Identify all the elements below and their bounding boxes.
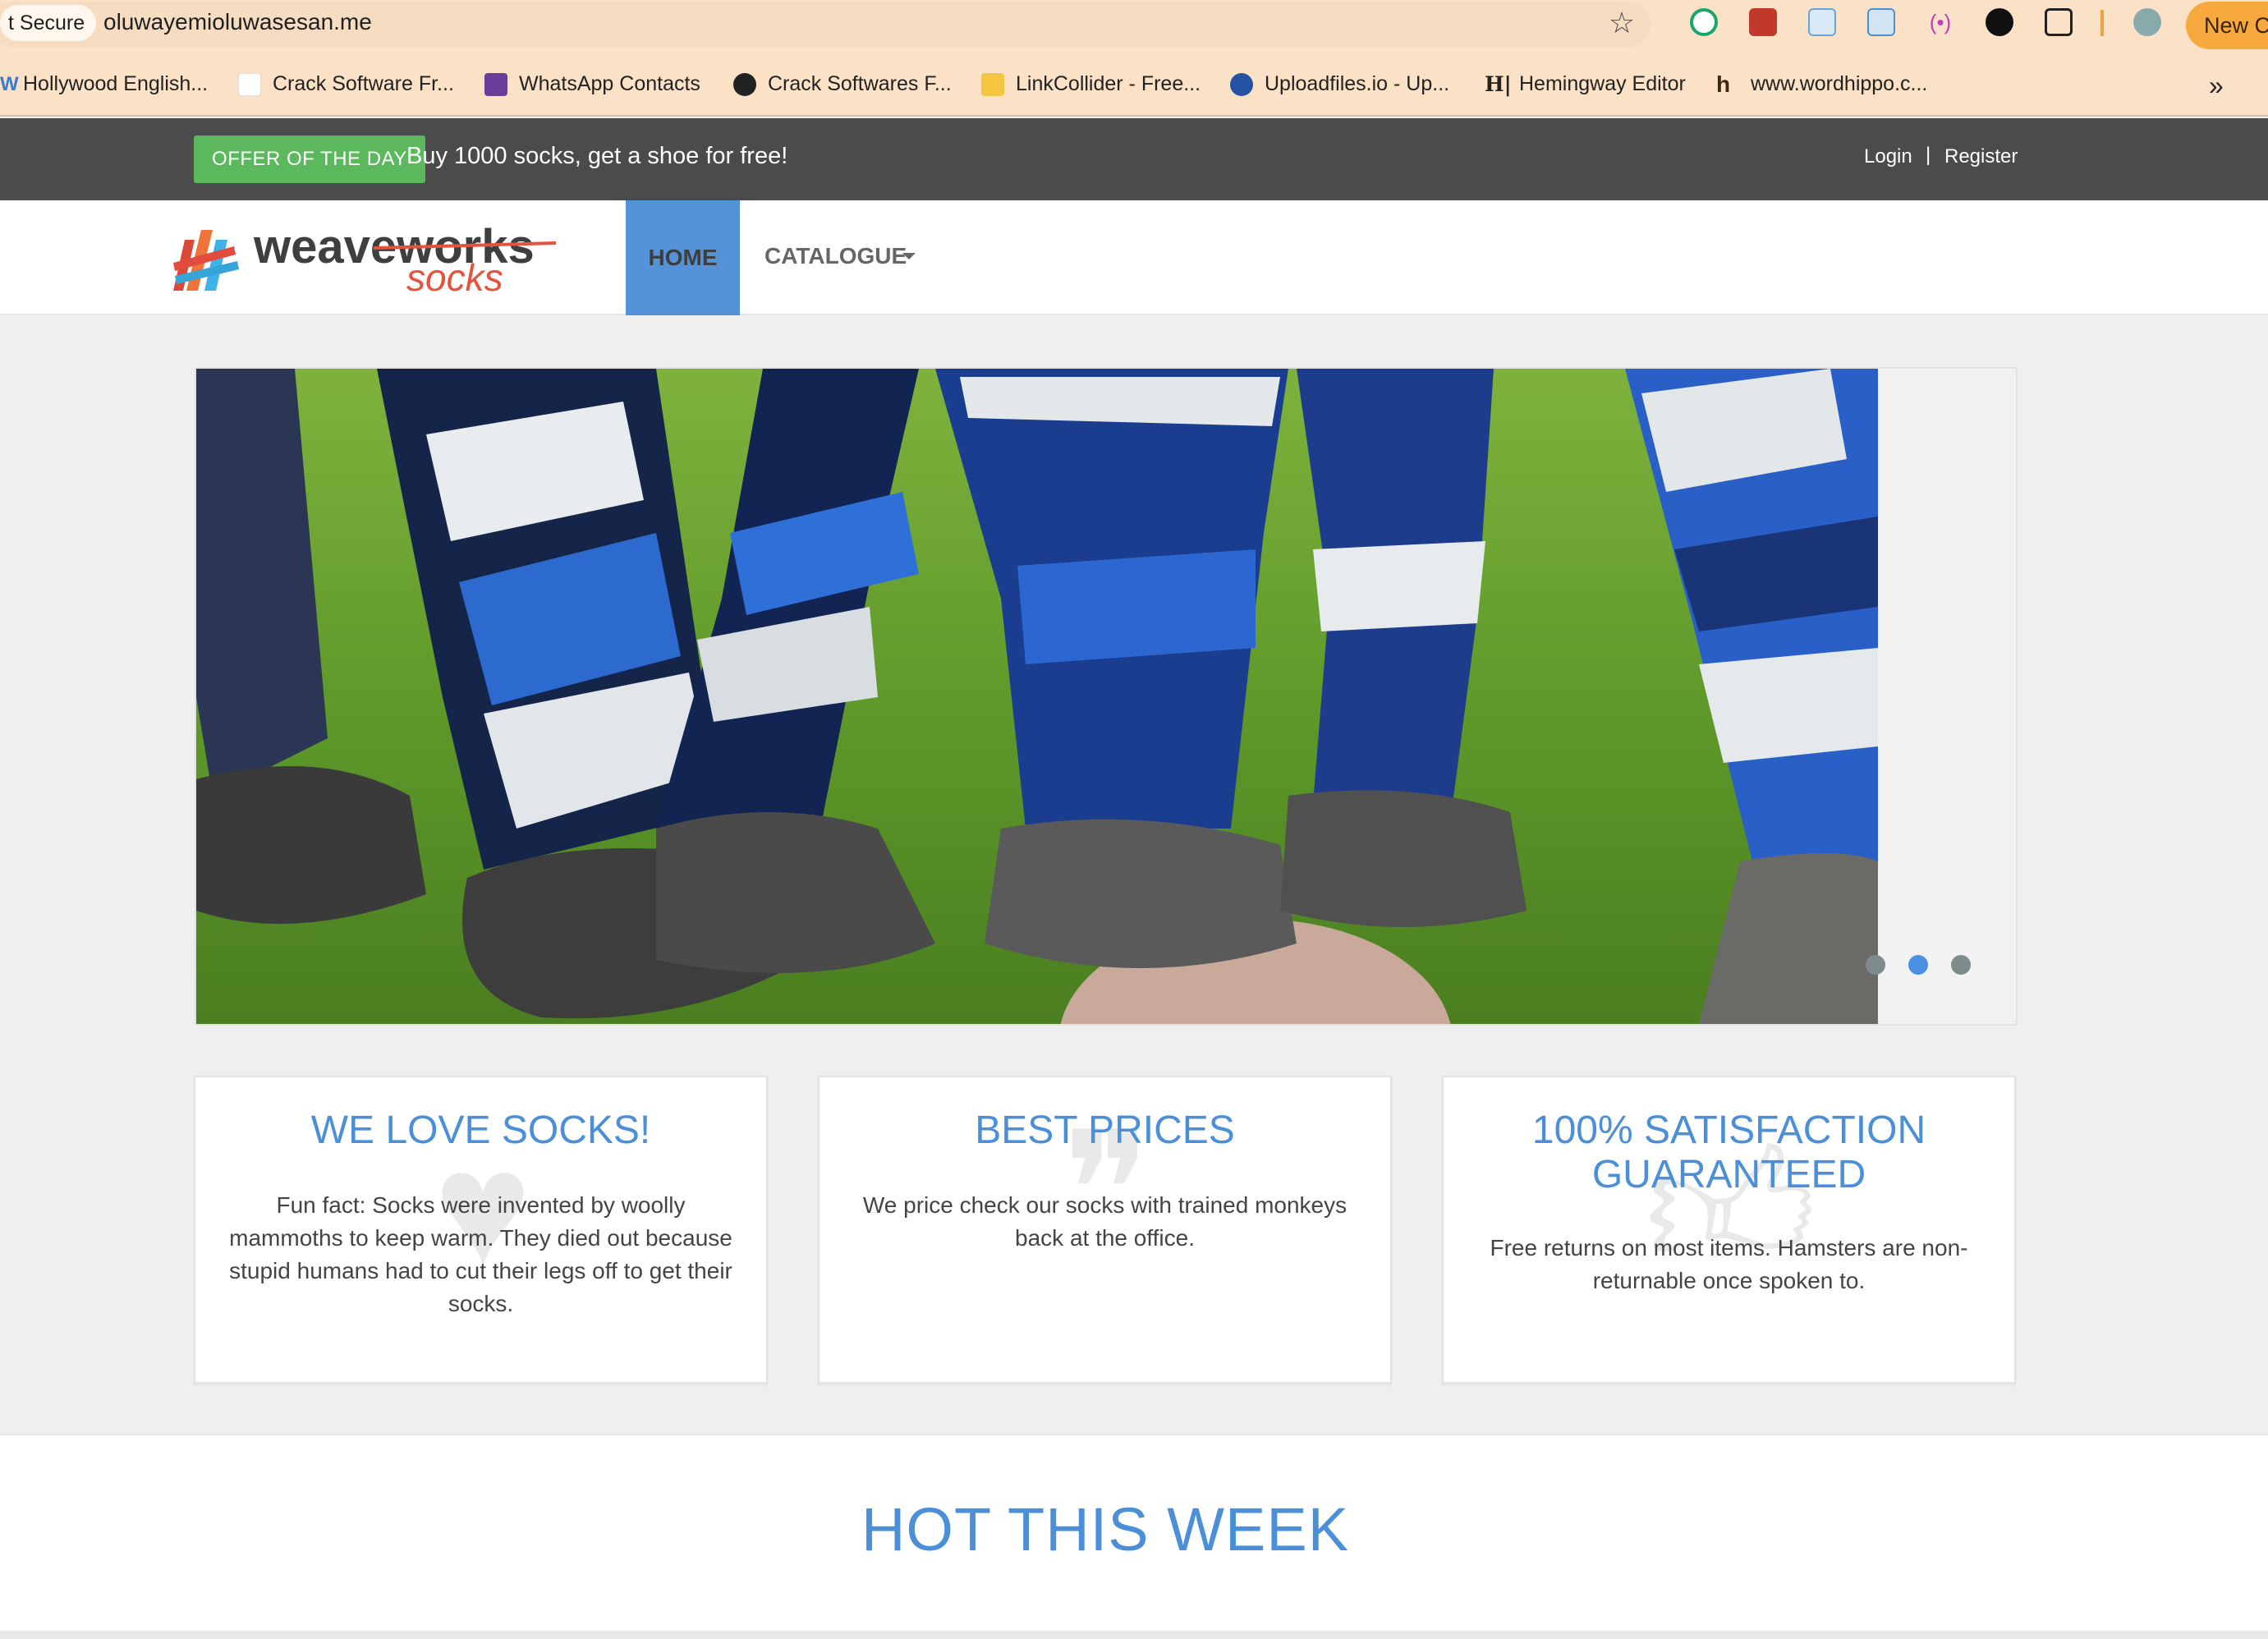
- chart-extension-icon[interactable]: [1749, 8, 1777, 36]
- feature-card-socks: ♥ WE LOVE SOCKS! Fun fact: Socks were in…: [194, 1076, 768, 1384]
- design-extension-icon[interactable]: [1867, 8, 1895, 36]
- feature-title: WE LOVE SOCKS!: [310, 1109, 651, 1152]
- carousel-dot-3[interactable]: [1951, 955, 1971, 975]
- bookmark-label: Crack Softwares F...: [768, 72, 952, 95]
- register-link[interactable]: Register: [1944, 145, 2018, 168]
- feature-title: 100% SATISFACTION GUARANTEED: [1531, 1109, 1926, 1196]
- bookmark-label: WhatsApp Contacts: [519, 72, 700, 95]
- url-text[interactable]: oluwayemioluwasesan.me: [103, 9, 372, 35]
- broadcast-icon[interactable]: (•): [1926, 8, 1954, 36]
- feature-card-prices: ❞ BEST PRICES We price check our socks w…: [818, 1076, 1392, 1384]
- nav-home-label: HOME: [648, 245, 718, 270]
- chevron-down-icon[interactable]: [902, 253, 916, 259]
- more-bookmarks-icon[interactable]: »: [2209, 71, 2224, 101]
- bookmark-item[interactable]: H| Hemingway Editor: [1485, 72, 1686, 96]
- new-chat-label: New C: [2204, 12, 2268, 38]
- bookmark-label: LinkCollider - Free...: [1016, 72, 1201, 95]
- offer-text: Buy 1000 socks, get a shoe for free!: [406, 143, 788, 169]
- bookmark-item[interactable]: WhatsApp Contacts: [484, 72, 700, 96]
- offer-badge-label: OFFER OF THE DAY: [212, 148, 407, 170]
- feature-body: Free returns on most items. Hamsters are…: [1490, 1235, 1968, 1293]
- login-link[interactable]: Login: [1864, 145, 1912, 168]
- feature-card-satisfaction: 👍︎ 100% SATISFACTION GUARANTEED Free ret…: [1442, 1076, 2016, 1384]
- login-register-separator: |: [1926, 144, 1931, 166]
- uploadfiles-icon: [1230, 72, 1253, 96]
- bookmark-item[interactable]: h www.wordhippo.c...: [1716, 72, 1927, 96]
- feature-body: We price check our socks with trained mo…: [862, 1192, 1347, 1251]
- globe-icon: [733, 72, 756, 96]
- hero-image: [196, 369, 1878, 1024]
- bookmark-item[interactable]: LinkCollider - Free...: [981, 72, 1201, 96]
- screen-extension-icon[interactable]: [1808, 8, 1836, 36]
- new-chat-button[interactable]: New C: [2186, 2, 2268, 49]
- bookmark-label: www.wordhippo.c...: [1751, 72, 1928, 95]
- feature-title: BEST PRICES: [975, 1109, 1235, 1152]
- nav-home[interactable]: HOME: [626, 200, 740, 315]
- security-chip[interactable]: t Secure: [0, 5, 97, 41]
- security-label: t Secure: [8, 11, 85, 34]
- bookmark-label: Crack Software Fr...: [273, 72, 454, 95]
- feature-body: Fun fact: Socks were invented by woolly …: [229, 1192, 732, 1316]
- carousel-dot-2[interactable]: [1908, 955, 1928, 975]
- offer-badge[interactable]: OFFER OF THE DAY: [194, 135, 425, 183]
- profile-avatar-icon[interactable]: [2133, 8, 2161, 36]
- toolbar-divider: [2100, 10, 2104, 36]
- linkcollider-icon: [981, 72, 1004, 96]
- logo-sub-text: socks: [406, 256, 503, 297]
- w-icon: W: [0, 72, 19, 95]
- weaveworks-socks-logo[interactable]: weaveworks socks: [168, 215, 562, 299]
- extensions-puzzle-icon[interactable]: [2045, 8, 2073, 36]
- hot-this-week-title: HOT THIS WEEK: [861, 1495, 1350, 1563]
- bookmark-item[interactable]: Crack Softwares F...: [733, 72, 952, 96]
- bookmark-label: Hollywood English...: [23, 72, 209, 95]
- bookmark-item[interactable]: Uploadfiles.io - Up...: [1230, 72, 1449, 96]
- logo-mark-icon: [173, 230, 239, 291]
- blank-page-icon: [238, 72, 261, 96]
- wordhippo-icon: h: [1716, 71, 1731, 97]
- bookmark-star-icon[interactable]: ☆: [1605, 7, 1638, 39]
- bookmark-item[interactable]: Crack Software Fr...: [238, 72, 454, 96]
- nav-catalogue[interactable]: CATALOGUE: [764, 243, 907, 269]
- bookmark-label: Uploadfiles.io - Up...: [1265, 72, 1450, 95]
- bookmark-item[interactable]: W Hollywood English...: [0, 72, 208, 96]
- section-divider: [0, 1631, 2268, 1639]
- hemingway-icon: H|: [1485, 71, 1512, 96]
- grammarly-icon[interactable]: [1690, 8, 1718, 36]
- wordpress-icon[interactable]: [1986, 8, 2013, 36]
- bookmark-label: Hemingway Editor: [1519, 72, 1686, 95]
- purple-square-icon: [484, 72, 507, 96]
- carousel-dot-1[interactable]: [1866, 955, 1885, 975]
